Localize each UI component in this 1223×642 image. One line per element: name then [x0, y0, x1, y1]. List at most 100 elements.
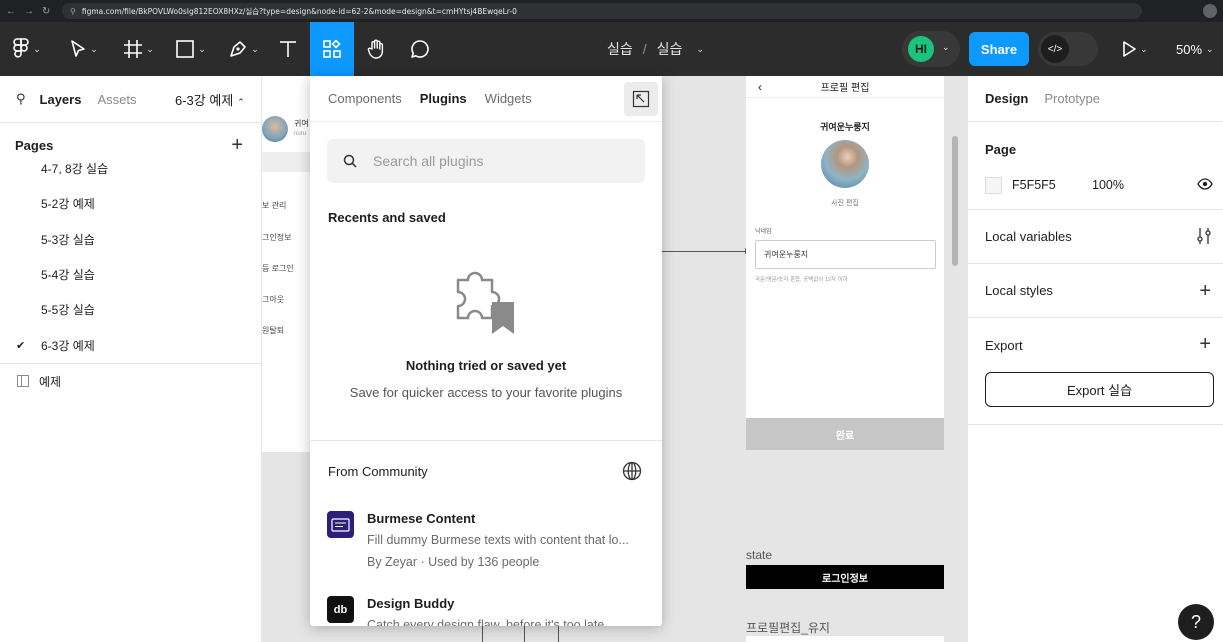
resources-tool[interactable] — [310, 22, 354, 76]
current-page-label: 6-3강 예제 — [175, 92, 234, 108]
pen-tool[interactable]: ⌄ — [224, 22, 264, 76]
share-button[interactable]: Share — [969, 32, 1029, 66]
tab-prototype[interactable]: Prototype — [1044, 91, 1100, 106]
search-icon — [343, 154, 357, 168]
user-avatar[interactable]: HI — [908, 36, 934, 62]
tab-components[interactable]: Components — [328, 91, 402, 106]
hand-tool[interactable] — [362, 22, 390, 76]
current-page-selector[interactable]: 6-3강 예제 ⌃ — [175, 90, 245, 109]
comment-bubble-icon — [411, 40, 429, 58]
forward-arrow-icon[interactable]: → — [24, 6, 34, 17]
zoom-menu[interactable]: 50% ⌄ — [1176, 22, 1214, 76]
chevron-down-icon: ⌄ — [1140, 43, 1148, 54]
page-item[interactable]: 5-5강 실습 — [0, 292, 261, 327]
chevron-down-icon[interactable]: ⌄ — [942, 42, 950, 53]
empty-state-subtitle: Save for quicker access to your favorite… — [349, 385, 623, 400]
pen-icon — [230, 41, 247, 57]
right-sidebar: Design Prototype Page F5F5F5 100% Local … — [967, 76, 1223, 642]
present-button[interactable]: ⌄ — [1122, 22, 1148, 76]
left-panel-tabs: ⚲ Layers Assets 6-3강 예제 ⌃ — [0, 76, 261, 122]
chevron-down-icon[interactable]: ⌄ — [696, 44, 704, 55]
state-component[interactable]: 로그인정보 — [746, 565, 944, 589]
file-title[interactable]: 실습 / 실습 ⌄ — [607, 22, 704, 76]
browser-nav: ← → ↻ — [0, 6, 60, 17]
plus-icon[interactable]: + — [1199, 333, 1211, 356]
canvas-scrollbar[interactable] — [952, 136, 958, 266]
sliders-icon[interactable] — [1197, 227, 1211, 245]
page-color-swatch[interactable] — [985, 177, 1002, 194]
profile-keep-frame[interactable] — [746, 636, 944, 642]
page-item[interactable]: 5-3강 실습 — [0, 222, 261, 257]
plugin-item[interactable]: Burmese Content Fill dummy Burmese texts… — [327, 511, 657, 571]
tab-assets[interactable]: Assets — [97, 92, 136, 107]
frame-avatar — [821, 140, 869, 188]
local-variables-row[interactable]: Local variables — [968, 210, 1223, 264]
page-item[interactable]: 5-4강 실습 — [0, 257, 261, 292]
check-icon: ✔ — [16, 339, 26, 352]
page-item[interactable]: 4-7, 8강 실습 — [0, 151, 261, 186]
file-name[interactable]: 실습 — [657, 39, 683, 59]
component-label-state: state — [746, 548, 773, 562]
chevron-down-icon: ⌄ — [1206, 43, 1214, 54]
nickname-input-mock: 귀여운누룽지 — [755, 240, 936, 269]
site-info-icon[interactable]: ⚲ — [70, 7, 76, 16]
export-section: Export + Export 실습 — [968, 318, 1223, 425]
move-tool[interactable]: ⌄ — [66, 22, 102, 76]
address-bar[interactable]: ⚲ figma.com/file/BkPOVLWo0sIg812EOX8HXz/… — [62, 3, 1142, 19]
dev-mode-toggle[interactable]: </> — [1038, 32, 1098, 66]
cursor-arrow-icon — [71, 40, 86, 57]
project-name[interactable]: 실습 — [607, 39, 633, 59]
photo-edit-label: 사진 편집 — [831, 200, 859, 207]
profile-sub: nuru — [294, 131, 307, 137]
chevron-down-icon: ⌄ — [33, 43, 41, 54]
browser-profile-icon[interactable] — [1203, 4, 1217, 18]
tab-layers[interactable]: Layers — [40, 92, 82, 107]
plugin-item[interactable]: db Design Buddy Catch every design flaw,… — [327, 596, 657, 626]
plugin-search-input[interactable] — [373, 153, 623, 169]
chevron-up-icon: ⌃ — [237, 96, 245, 107]
profile-edit-frame[interactable]: ‹ 프로필 편집 귀여운누룽지 사진 편집 닉네임 귀여운누룽지 국문/영문/숫… — [746, 76, 944, 450]
browser-bar: ← → ↻ ⚲ figma.com/file/BkPOVLWo0sIg812EO… — [0, 0, 1223, 22]
export-button[interactable]: Export 실습 — [985, 372, 1214, 407]
resources-tabs: Components Plugins Widgets — [310, 76, 662, 122]
main-menu-button[interactable]: ⌄ — [10, 22, 44, 76]
open-full-view-button[interactable] — [624, 82, 658, 116]
section-divider — [310, 440, 662, 441]
frame-icon — [17, 375, 29, 388]
page-list: 4-7, 8강 실습 5-2강 예제 5-3강 실습 5-4강 실습 5-5강 … — [0, 151, 261, 363]
search-icon[interactable]: ⚲ — [16, 91, 26, 107]
right-panel-tabs: Design Prototype — [968, 76, 1223, 122]
local-styles-label: Local styles — [985, 283, 1053, 298]
menu-row: 보 관리 — [262, 201, 287, 210]
frame-header-title: 프로필 편집 — [820, 83, 870, 94]
tab-plugins[interactable]: Plugins — [420, 91, 467, 106]
plugin-description: Catch every design flaw, before it's too… — [367, 618, 605, 626]
plugin-meta: By Zeyar · Used by 136 people — [367, 555, 540, 569]
frame-header: ‹ 프로필 편집 — [746, 76, 944, 98]
tab-widgets[interactable]: Widgets — [485, 91, 532, 106]
eye-icon[interactable] — [1197, 178, 1213, 193]
figma-logo-icon — [13, 38, 29, 58]
community-title: From Community — [328, 464, 428, 479]
page-item-selected[interactable]: ✔ 6-3강 예제 — [0, 327, 261, 362]
local-styles-row[interactable]: Local styles + — [968, 264, 1223, 318]
frame-tool[interactable]: ⌄ — [120, 22, 158, 76]
help-button[interactable]: ? — [1178, 604, 1214, 640]
text-tool[interactable] — [276, 22, 300, 76]
plus-icon[interactable]: + — [1199, 281, 1211, 301]
plugin-search[interactable] — [327, 139, 645, 183]
canvas-frame-partial[interactable]: 귀여 nuru 보 관리 그인정보 등 로그인 그아웃 원탈퇴 — [262, 76, 310, 452]
back-arrow-icon[interactable]: ← — [6, 6, 16, 17]
done-button-mock: 완료 — [746, 418, 944, 450]
globe-icon[interactable] — [622, 461, 642, 484]
page-item[interactable]: 5-2강 예제 — [0, 186, 261, 221]
page-color-hex[interactable]: F5F5F5 — [1012, 178, 1056, 192]
layer-row[interactable]: 예제 — [0, 362, 261, 399]
page-opacity[interactable]: 100% — [1092, 178, 1124, 192]
shape-tool[interactable]: ⌄ — [172, 22, 210, 76]
plugin-name: Design Buddy — [367, 596, 455, 611]
frame-hash-icon — [124, 40, 143, 58]
comment-tool[interactable] — [406, 22, 434, 76]
reload-icon[interactable]: ↻ — [42, 6, 50, 17]
tab-design[interactable]: Design — [985, 91, 1028, 106]
